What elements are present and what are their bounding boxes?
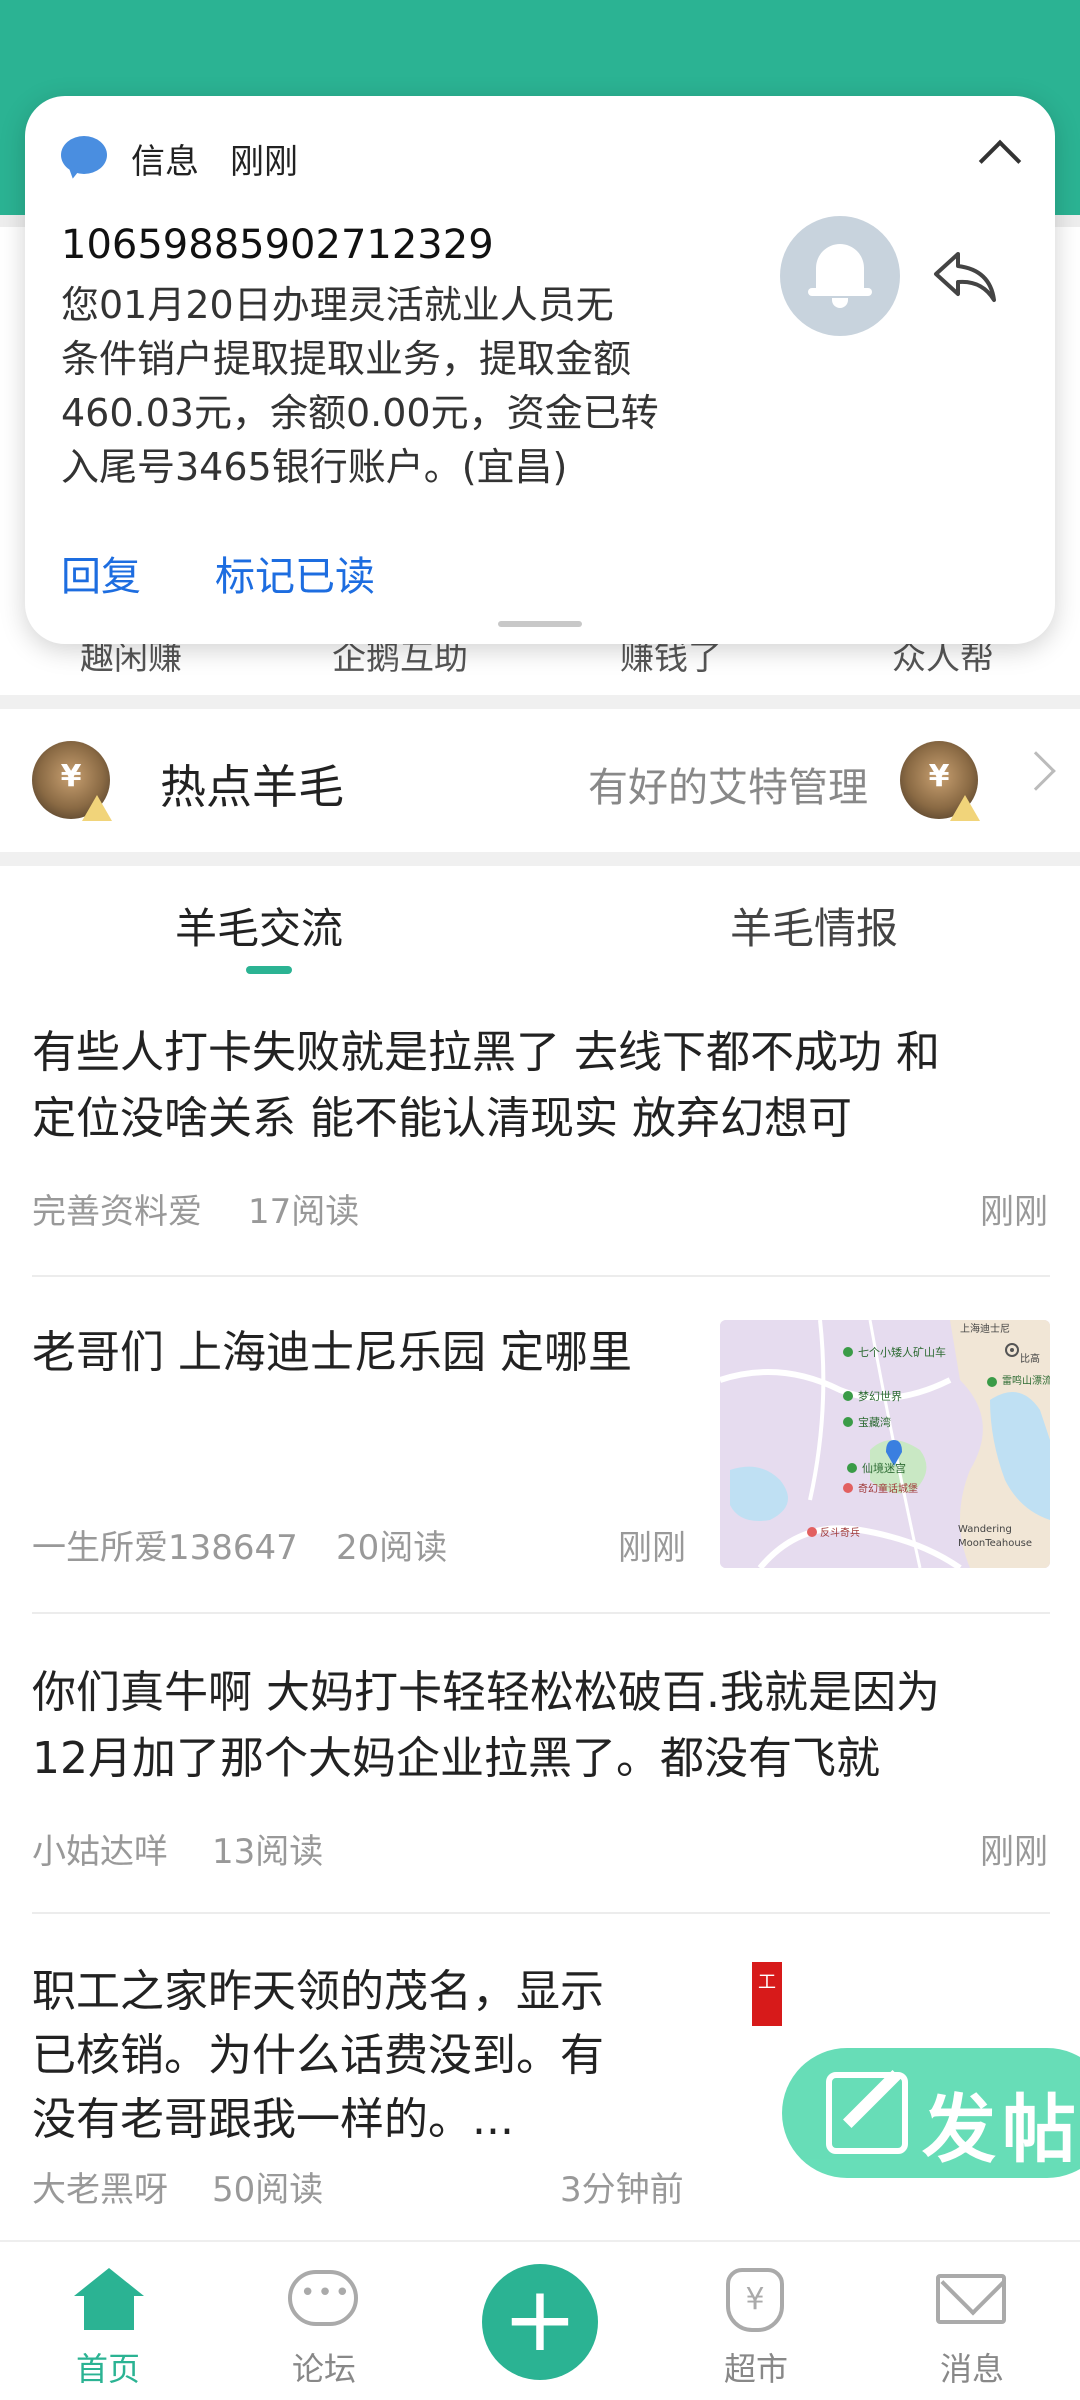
drag-handle[interactable] [498,621,582,627]
nav-item-home[interactable]: 首页 [0,2242,216,2400]
mark-read-button[interactable]: 标记已读 [215,544,375,602]
coin-avatar-icon: ¥ [32,741,112,821]
section-gap [0,852,1080,866]
notification-time: 刚刚 [230,142,298,182]
edit-icon [826,2072,908,2154]
post-reads: 17阅读 [248,1192,360,1232]
money-bag-icon [726,2268,784,2332]
nav-item-market[interactable]: 超市 [648,2242,864,2400]
post-author: 完善资料爱 [32,1192,202,1232]
post-time: 刚刚 [618,1528,686,1568]
map-label: 奇幻童话城堡 [858,1482,918,1495]
hot-wool-row[interactable]: ¥ 热点羊毛 有好的艾特管理 ¥ [0,709,1080,852]
post-title: 你们真牛啊 大妈打卡轻轻松松破百.我就是因为 12月加了那个大妈企业拉黑了。都没… [32,1667,940,1784]
post-author: 大老黑呀 [32,2170,168,2210]
tab-wool-intel[interactable]: 羊毛情报 [730,895,898,956]
post-time: 刚刚 [980,1192,1048,1232]
mail-icon [936,2274,1006,2324]
chevron-up-icon[interactable] [978,139,1022,183]
post-time: 3分钟前 [560,2170,684,2210]
post-item[interactable]: 有些人打卡失败就是拉黑了 去线下都不成功 和 定位没啥关系 能不能认清现实 放弃… [0,1020,1080,1275]
tab-indicator [246,966,292,974]
reply-icon[interactable] [930,246,1000,306]
post-thumbnail[interactable]: 工 [752,1962,782,2026]
hot-wool-title: 热点羊毛 [160,760,344,814]
section-gap [0,695,1080,709]
post-reads: 13阅读 [212,1832,324,1872]
chat-bubble-icon [288,2270,358,2326]
notification-body: 您01月20日办理灵活就业人员无 条件销户提取提取业务，提取金额 460.03元… [61,283,659,489]
message-app-icon [61,136,107,174]
home-icon [74,2268,144,2332]
map-label: 宝藏湾 [858,1415,891,1429]
map-label: 仙境迷宫 [862,1461,906,1475]
map-label: 上海迪士尼 [960,1322,1010,1335]
sms-notification-card[interactable]: 信息 刚刚 10659885902712329 您01月20日办理灵活就业人员无… [25,96,1055,644]
coin-avatar-icon: ¥ [900,741,980,821]
map-label: 梦幻世界 [858,1390,902,1403]
bottom-nav: 首页 论坛 + 超市 消息 [0,2240,1080,2400]
post-title: 职工之家昨天领的茂名，显示 已核销。为什么话费没到。有 没有老哥跟我一样的。..… [32,1966,604,2145]
post-fab-button[interactable]: 发帖 [782,2048,1080,2178]
post-time: 刚刚 [980,1832,1048,1872]
app-screen: 趣闲赚 企鹅互助 赚钱了 众人帮 ¥ 热点羊毛 有好的艾特管理 ¥ 羊毛交流 羊… [0,0,1080,2400]
post-title: 有些人打卡失败就是拉黑了 去线下都不成功 和 定位没啥关系 能不能认清现实 放弃… [32,1027,940,1144]
post-reads: 50阅读 [212,2170,324,2210]
post-author: 小姑达咩 [32,1832,168,1872]
map-label: 七个小矮人矿山车 [858,1345,946,1359]
map-label: Wandering [958,1524,1012,1535]
nav-item-messages[interactable]: 消息 [864,2242,1080,2400]
post-title: 老哥们 上海迪士尼乐园 定哪里 [32,1327,632,1378]
post-item[interactable]: 你们真牛啊 大妈打卡轻轻松松破百.我就是因为 12月加了那个大妈企业拉黑了。都没… [0,1660,1080,1910]
divider [32,1612,1050,1614]
post-author: 一生所爱138647 [32,1528,298,1568]
notification-app-name: 信息 [131,142,199,182]
bell-icon[interactable] [780,216,900,336]
divider [32,1275,1050,1277]
notification-sender: 10659885902712329 [61,222,494,268]
warning-badge-icon [82,795,112,821]
add-button[interactable]: + [482,2264,598,2380]
reply-button[interactable]: 回复 [61,544,141,602]
warning-badge-icon [950,795,980,821]
divider [32,1912,1050,1914]
map-label: MoonTeahouse [958,1538,1032,1549]
chevron-right-icon[interactable] [1016,751,1056,791]
map-thumbnail[interactable]: 七个小矮人矿山车 梦幻世界 宝藏湾 雷鸣山漂流 仙境迷宫 上海迪士尼 比高 Wa… [720,1320,1050,1568]
map-label: 比高 [1020,1352,1040,1365]
tab-wool-exchange[interactable]: 羊毛交流 [175,895,343,956]
hot-wool-user: 有好的艾特管理 [588,765,868,811]
nav-item-forum[interactable]: 论坛 [216,2242,432,2400]
map-label: 反斗奇兵 [820,1526,860,1539]
post-reads: 20阅读 [336,1528,448,1568]
map-label: 雷鸣山漂流 [1002,1374,1050,1387]
